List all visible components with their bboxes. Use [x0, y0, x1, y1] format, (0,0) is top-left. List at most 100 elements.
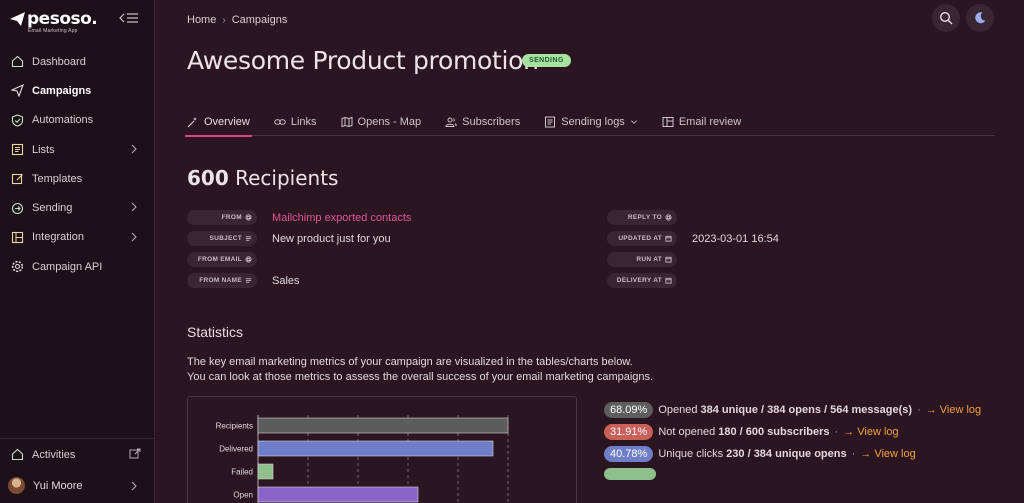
chart-category-label: Open	[233, 491, 253, 500]
view-log-link[interactable]: → View log	[926, 404, 981, 416]
sidebar-item-lists[interactable]: Lists	[0, 135, 155, 164]
theme-toggle-button[interactable]	[966, 4, 994, 32]
chevron-down-icon	[630, 119, 637, 124]
collapse-sidebar-button[interactable]	[118, 10, 140, 26]
metric-unique-clicks: 40.78% Unique clicks 230 / 384 unique ope…	[604, 446, 1004, 462]
sidebar-item-label: Campaign API	[32, 260, 103, 273]
review-icon	[662, 116, 674, 127]
brand-tagline: Email Marketing App	[28, 28, 78, 34]
breadcrumb-current[interactable]: Campaigns	[232, 14, 288, 26]
status-badge: SENDING	[522, 54, 571, 67]
metric-percent-badge	[604, 468, 656, 480]
sidebar-item-automations[interactable]: Automations	[0, 106, 155, 135]
sidebar-item-label: Dashboard	[32, 55, 86, 68]
tab-links[interactable]: Links	[274, 107, 317, 136]
sidebar-footer: Activities Yui Moore	[0, 438, 155, 501]
at-icon	[245, 256, 252, 263]
tab-email-review[interactable]: Email review	[662, 107, 741, 136]
sidebar-nav: Dashboard Campaigns Automations Lists Te…	[0, 47, 155, 281]
chevron-right-icon	[131, 144, 137, 154]
sidebar-item-activities[interactable]: Activities	[0, 439, 155, 470]
chart-category-label: Failed	[231, 468, 253, 477]
link-icon	[274, 118, 286, 125]
recipients-label: Recipients	[235, 166, 339, 190]
chevron-right-icon	[131, 232, 137, 242]
send-icon	[9, 83, 25, 99]
sidebar-item-campaign-api[interactable]: Campaign API	[0, 252, 155, 281]
meta-row-from-email: FROM EMAIL	[187, 249, 411, 270]
delivery-chart: Recipients Delivered Failed Open	[187, 396, 577, 503]
chevron-right-icon	[131, 481, 137, 491]
sidebar: pesoso. Email Marketing App Dashboard Ca…	[0, 0, 155, 503]
user-menu[interactable]: Yui Moore	[0, 470, 155, 501]
edit-icon	[9, 171, 25, 187]
chart-category-label: Delivered	[219, 445, 253, 454]
calendar-icon	[665, 256, 672, 263]
external-link-icon	[129, 448, 141, 459]
metric-percent-badge: 68.09%	[604, 402, 654, 418]
tab-subscribers[interactable]: Subscribers	[445, 107, 520, 136]
top-actions	[932, 4, 994, 32]
campaign-tabs: Overview Links Opens - Map Subscribers S…	[185, 107, 995, 137]
meta-row-delivery-at: DELIVERY AT	[607, 270, 779, 291]
logo-send-icon	[10, 12, 25, 26]
view-log-link[interactable]: → View log	[860, 448, 915, 460]
at-icon	[245, 214, 252, 221]
recipients-heading: 600 Recipients	[187, 166, 338, 190]
meta-key-chip: SUBJECT	[187, 231, 257, 246]
metric-not-opened: 31.91% Not opened 180 / 600 subscribers · →…	[604, 424, 1004, 440]
metric-percent-badge: 40.78%	[604, 446, 654, 462]
metrics-list: 68.09% Opened 384 unique / 384 opens / 56…	[604, 402, 1004, 490]
meta-key-chip: RUN AT	[607, 252, 677, 267]
tab-sending-logs[interactable]: Sending logs	[544, 107, 638, 136]
campaign-meta-left: FROM Mailchimp exported contacts SUBJECT…	[187, 207, 411, 291]
text-lines-icon	[245, 278, 252, 283]
statistics-desc-line: You can look at those metrics to assess …	[187, 371, 654, 383]
from-list-link[interactable]: Mailchimp exported contacts	[272, 212, 411, 224]
integration-icon	[9, 229, 25, 245]
chart-bar-failed[interactable]	[257, 463, 274, 480]
tab-label: Subscribers	[462, 115, 521, 128]
statistics-title: Statistics	[187, 324, 244, 340]
from-name-value: Sales	[272, 274, 300, 287]
statistics-description: The key email marketing metrics of your …	[187, 355, 653, 385]
home-icon	[9, 447, 25, 463]
tab-label: Overview	[204, 115, 250, 128]
calendar-icon	[665, 277, 672, 284]
meta-row-reply-to: REPLY TO	[607, 207, 779, 228]
view-log-link[interactable]: → View log	[843, 426, 898, 438]
users-icon	[445, 117, 457, 127]
user-name: Yui Moore	[33, 479, 83, 492]
sidebar-item-label: Automations	[32, 114, 94, 127]
calendar-icon	[665, 235, 672, 242]
chart-bar-delivered[interactable]	[257, 440, 494, 457]
meta-row-from: FROM Mailchimp exported contacts	[187, 207, 411, 228]
sidebar-item-label: Campaigns	[32, 84, 92, 97]
refresh-icon	[9, 200, 25, 216]
sidebar-item-templates[interactable]: Templates	[0, 164, 155, 193]
breadcrumb-home[interactable]: Home	[187, 14, 216, 26]
sidebar-item-label: Templates	[32, 172, 83, 185]
sidebar-item-integration[interactable]: Integration	[0, 223, 155, 252]
chart-bar-recipients[interactable]	[257, 417, 509, 434]
sidebar-item-sending[interactable]: Sending	[0, 193, 155, 222]
search-button[interactable]	[932, 4, 960, 32]
meta-key-chip: UPDATED AT	[607, 231, 677, 246]
tab-opens-map[interactable]: Opens - Map	[341, 107, 421, 136]
gear-icon	[9, 259, 25, 275]
meta-key-chip: FROM NAME	[187, 273, 257, 288]
meta-row-run-at: RUN AT	[607, 249, 779, 270]
wand-icon	[187, 116, 197, 127]
metric-opened: 68.09% Opened 384 unique / 384 opens / 56…	[604, 402, 1004, 418]
chart-bar-open[interactable]	[257, 486, 419, 503]
breadcrumb-separator: ›	[222, 14, 226, 26]
main-content: Home › Campaigns Awesome Product promoti…	[155, 0, 1024, 503]
moon-icon	[975, 12, 986, 24]
sidebar-item-campaigns[interactable]: Campaigns	[0, 76, 155, 105]
chart-category-label: Recipients	[216, 422, 253, 431]
tab-overview[interactable]: Overview	[185, 107, 252, 137]
meta-row-updated-at: UPDATED AT 2023-03-01 16:54	[607, 228, 779, 249]
page-title: Awesome Product promotion	[187, 46, 539, 75]
text-lines-icon	[245, 236, 252, 241]
sidebar-item-dashboard[interactable]: Dashboard	[0, 47, 155, 76]
